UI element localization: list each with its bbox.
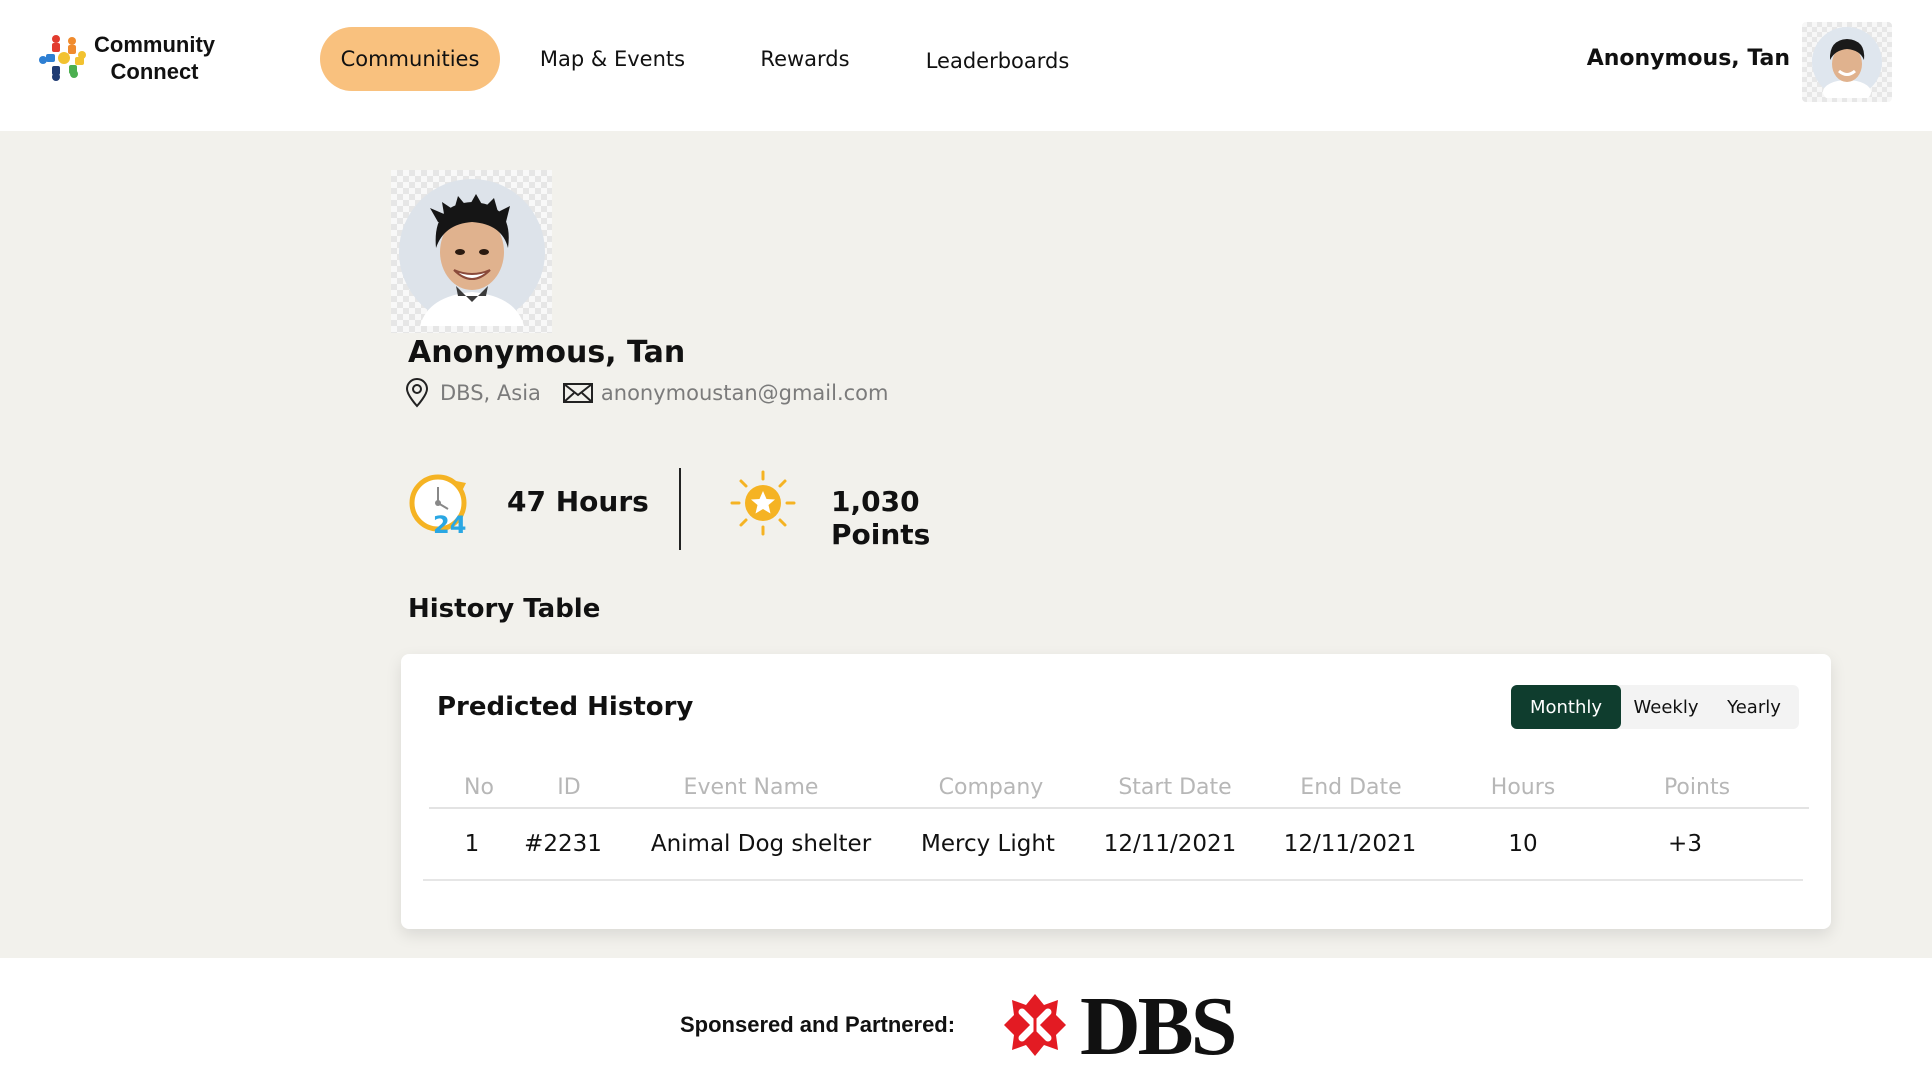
points-total: 1,030 Points bbox=[831, 485, 931, 551]
app-name-line2: Connect bbox=[110, 59, 199, 84]
profile-location: DBS, Asia bbox=[440, 381, 541, 405]
envelope-icon bbox=[562, 382, 593, 404]
cell-end-date: 12/11/2021 bbox=[1283, 831, 1417, 857]
history-section-title: History Table bbox=[408, 594, 601, 624]
header-user-name[interactable]: Anonymous, Tan bbox=[1587, 46, 1790, 71]
sponsor-label: Sponsered and Partnered: bbox=[680, 1012, 956, 1037]
col-event-name: Event Name bbox=[683, 775, 819, 800]
top-navbar: Community Connect Communities Map & Even… bbox=[0, 0, 1932, 131]
table-header: No ID Event Name Company Start Date End … bbox=[429, 767, 1809, 809]
col-points: Points bbox=[1663, 775, 1731, 800]
app-logo[interactable]: Community Connect bbox=[36, 30, 215, 86]
location-pin-icon bbox=[404, 378, 430, 408]
hours-total: 47 Hours bbox=[507, 485, 649, 518]
svg-text:24: 24 bbox=[433, 511, 466, 537]
dbs-star-icon bbox=[1000, 990, 1070, 1064]
dbs-wordmark: DBS bbox=[1080, 980, 1237, 1073]
tab-monthly[interactable]: Monthly bbox=[1511, 685, 1621, 729]
col-no: No bbox=[464, 775, 494, 800]
user-avatar-icon bbox=[1812, 27, 1882, 98]
col-end-date: End Date bbox=[1300, 775, 1402, 800]
cell-start-date: 12/11/2021 bbox=[1103, 831, 1237, 857]
profile-avatar bbox=[391, 170, 552, 333]
cell-no: 1 bbox=[464, 831, 480, 857]
profile-meta: DBS, Asia anonymoustan@gmail.com bbox=[404, 378, 889, 408]
profile-stats: 24 47 Hours 1,030 Points bbox=[408, 468, 1008, 551]
col-id: ID bbox=[557, 775, 581, 800]
nav-communities[interactable]: Communities bbox=[320, 27, 500, 91]
table-row[interactable]: 1 #2231 Animal Dog shelter Mercy Light 1… bbox=[423, 809, 1803, 881]
app-name-line1: Community bbox=[94, 32, 215, 57]
main-nav: Communities Map & Events Rewards Leaderb… bbox=[320, 27, 1085, 91]
col-company: Company bbox=[938, 775, 1044, 800]
cell-id: #2231 bbox=[524, 831, 602, 857]
header-avatar[interactable] bbox=[1802, 22, 1892, 102]
profile-email[interactable]: anonymoustan@gmail.com bbox=[601, 381, 889, 405]
tab-weekly[interactable]: Weekly bbox=[1621, 685, 1711, 729]
profile-photo-icon bbox=[398, 178, 545, 326]
tab-yearly[interactable]: Yearly bbox=[1711, 685, 1797, 729]
cell-company: Mercy Light bbox=[921, 831, 1055, 857]
dbs-logo[interactable]: DBS bbox=[1000, 980, 1237, 1073]
period-toggle: Monthly Weekly Yearly bbox=[1511, 685, 1799, 729]
nav-rewards[interactable]: Rewards bbox=[745, 27, 865, 91]
profile-name: Anonymous, Tan bbox=[408, 335, 686, 370]
stats-divider bbox=[679, 468, 681, 550]
cell-points: +3 bbox=[1668, 831, 1702, 857]
community-logo-icon bbox=[36, 30, 92, 86]
clock-24-icon: 24 bbox=[408, 473, 472, 541]
cell-event-name: Animal Dog shelter bbox=[650, 831, 872, 857]
nav-leaderboards[interactable]: Leaderboards bbox=[910, 27, 1085, 91]
nav-map-events[interactable]: Map & Events bbox=[525, 27, 700, 91]
cell-hours: 10 bbox=[1508, 831, 1538, 857]
card-title: Predicted History bbox=[437, 692, 694, 722]
col-hours: Hours bbox=[1490, 775, 1556, 800]
star-sun-icon bbox=[730, 470, 796, 540]
footer bbox=[0, 958, 1932, 1086]
app-name: Community Connect bbox=[94, 31, 215, 85]
predicted-history-card: Predicted History Monthly Weekly Yearly … bbox=[401, 654, 1831, 929]
col-start-date: Start Date bbox=[1118, 775, 1232, 800]
